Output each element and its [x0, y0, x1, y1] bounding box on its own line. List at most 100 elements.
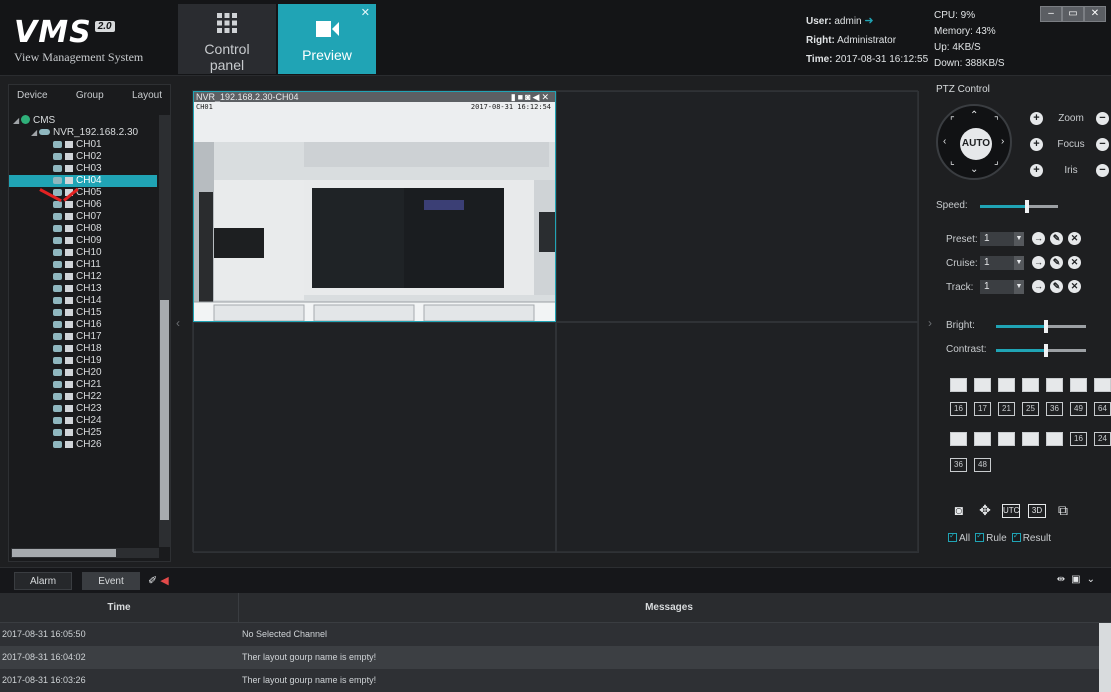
close-window-icon[interactable]: ✕	[1084, 6, 1106, 22]
close-video-icon[interactable]: ✕	[541, 92, 551, 102]
layout-10-icon[interactable]	[1070, 378, 1087, 392]
slider-knob[interactable]	[1043, 344, 1048, 357]
column-messages[interactable]: Messages	[239, 593, 1099, 622]
collapse-panel-icon[interactable]: ⌄	[1087, 574, 1101, 585]
record-icon[interactable]: ▮	[511, 92, 518, 102]
track-edit-button[interactable]: ✎	[1050, 280, 1063, 293]
tab-preview[interactable]: ✕ Preview	[278, 4, 376, 74]
table-row[interactable]: 2017-08-31 16:03:26 Ther layout gourp na…	[0, 669, 1111, 692]
collapse-icon[interactable]: ◢	[13, 115, 21, 127]
pan-down-left-icon[interactable]: ⌞	[950, 156, 955, 167]
close-tab-icon[interactable]: ✕	[361, 6, 370, 19]
pan-left-icon[interactable]: ‹	[943, 136, 946, 147]
layout-64-button[interactable]: 64	[1094, 402, 1111, 416]
layout-wide-4-icon[interactable]	[974, 432, 991, 446]
tree-channel-ch23[interactable]: CH23	[9, 403, 157, 415]
stop-video-icon[interactable]: ⧉	[1054, 502, 1072, 519]
slider-knob[interactable]	[1024, 200, 1029, 213]
column-time[interactable]: Time	[0, 593, 239, 622]
3d-button[interactable]: 3D	[1028, 504, 1046, 518]
layout-wide-6-icon[interactable]	[998, 432, 1015, 446]
tab-group[interactable]: Group	[76, 90, 104, 107]
ptz-direction-wheel[interactable]: ⌃ ⌄ ‹ › ⌜ ⌝ ⌞ ⌟ AUTO	[936, 104, 1012, 180]
tree-channel-ch18[interactable]: CH18	[9, 343, 157, 355]
maximize-icon[interactable]: ▭	[1062, 6, 1084, 22]
layout-wide-2-icon[interactable]	[950, 432, 967, 446]
tree-node-device[interactable]: ◢ NVR_192.168.2.30	[9, 127, 157, 139]
pin-icon[interactable]: ⇹	[1057, 574, 1071, 585]
layout-16-button[interactable]: 16	[950, 402, 967, 416]
cruise-delete-button[interactable]: ✕	[1068, 256, 1081, 269]
tree-channel-ch20[interactable]: CH20	[9, 367, 157, 379]
layout-21-button[interactable]: 21	[998, 402, 1015, 416]
tree-channel-ch07[interactable]: CH07	[9, 211, 157, 223]
track-go-button[interactable]: →	[1032, 280, 1045, 293]
collapse-left-icon[interactable]: ‹	[176, 316, 184, 330]
tab-event[interactable]: Event	[82, 572, 140, 590]
layout-wide-48-button[interactable]: 48	[974, 458, 991, 472]
tree-channel-ch15[interactable]: CH15	[9, 307, 157, 319]
clear-broom-icon[interactable]: ✐	[148, 575, 160, 587]
table-row[interactable]: 2017-08-31 16:05:50 No Selected Channel	[0, 623, 1111, 646]
tab-device[interactable]: Device	[17, 90, 48, 107]
tree-channel-ch06[interactable]: CH06	[9, 199, 157, 211]
pan-right-icon[interactable]: ›	[1001, 136, 1004, 147]
checkbox-rule[interactable]: Rule	[975, 531, 1007, 544]
layout-13-icon[interactable]	[1094, 378, 1111, 392]
layout-8-icon[interactable]	[1022, 378, 1039, 392]
scrollbar-thumb[interactable]	[160, 300, 169, 520]
tree-channel-ch16[interactable]: CH16	[9, 319, 157, 331]
layout-6-icon[interactable]	[998, 378, 1015, 392]
focus-in-button[interactable]: +	[1030, 138, 1043, 151]
layout-wide-16-button[interactable]: 16	[1070, 432, 1087, 446]
tree-channel-ch25[interactable]: CH25	[9, 427, 157, 439]
layout-wide-8-icon[interactable]	[1022, 432, 1039, 446]
auto-button[interactable]: AUTO	[960, 128, 992, 160]
tree-channel-ch10[interactable]: CH10	[9, 247, 157, 259]
speed-slider[interactable]	[980, 200, 1058, 213]
tab-alarm[interactable]: Alarm	[14, 572, 72, 590]
tree-node-root[interactable]: ◢ CMS	[9, 115, 157, 127]
tree-channel-ch12[interactable]: CH12	[9, 271, 157, 283]
snapshot-icon[interactable]: ◙	[950, 502, 968, 519]
minimize-icon[interactable]: ‒	[1040, 6, 1062, 22]
logout-icon[interactable]: ➜	[864, 15, 873, 27]
preset-select[interactable]: 1 ▼	[980, 232, 1024, 246]
cruise-go-button[interactable]: →	[1032, 256, 1045, 269]
tree-channel-ch24[interactable]: CH24	[9, 415, 157, 427]
contrast-slider[interactable]	[996, 344, 1086, 357]
layout-49-button[interactable]: 49	[1070, 402, 1087, 416]
tree-channel-ch13[interactable]: CH13	[9, 283, 157, 295]
pan-down-right-icon[interactable]: ⌟	[994, 156, 999, 167]
preset-delete-button[interactable]: ✕	[1068, 232, 1081, 245]
checkbox-all[interactable]: All	[948, 531, 970, 544]
mute-audio-icon[interactable]: ◀	[160, 575, 171, 587]
video-cell-empty[interactable]	[193, 322, 556, 553]
video-cell-empty[interactable]	[556, 322, 919, 553]
cruise-edit-button[interactable]: ✎	[1050, 256, 1063, 269]
tab-control-panel[interactable]: Control panel	[178, 4, 276, 74]
collapse-icon[interactable]: ◢	[31, 127, 39, 139]
tree-channel-ch01[interactable]: CH01	[9, 139, 157, 151]
layout-wide-36-button[interactable]: 36	[950, 458, 967, 472]
tree-channel-ch02[interactable]: CH02	[9, 151, 157, 163]
tab-layout[interactable]: Layout	[132, 90, 162, 107]
iris-open-button[interactable]: +	[1030, 164, 1043, 177]
checkbox-result[interactable]: Result	[1011, 531, 1051, 544]
layout-9-icon[interactable]	[1046, 378, 1063, 392]
cruise-select[interactable]: 1 ▼	[980, 256, 1024, 270]
pan-down-icon[interactable]: ⌄	[970, 164, 978, 175]
video-cell-active[interactable]: NVR_192.168.2.30-CH04 ▮■◙◀✕ CH01 2017-08…	[193, 91, 556, 322]
video-cell-empty[interactable]	[556, 91, 919, 322]
tree-channel-ch26[interactable]: CH26	[9, 439, 157, 451]
zoom-out-button[interactable]: −	[1096, 112, 1109, 125]
preset-go-button[interactable]: →	[1032, 232, 1045, 245]
tree-channel-ch09[interactable]: CH09	[9, 235, 157, 247]
tree-channel-ch14[interactable]: CH14	[9, 295, 157, 307]
tree-vertical-scrollbar[interactable]	[159, 115, 170, 547]
layout-36-button[interactable]: 36	[1046, 402, 1063, 416]
layout-17-button[interactable]: 17	[974, 402, 991, 416]
preset-edit-button[interactable]: ✎	[1050, 232, 1063, 245]
snapshot-icon[interactable]: ◙	[525, 92, 532, 102]
pan-up-left-icon[interactable]: ⌜	[950, 116, 955, 127]
